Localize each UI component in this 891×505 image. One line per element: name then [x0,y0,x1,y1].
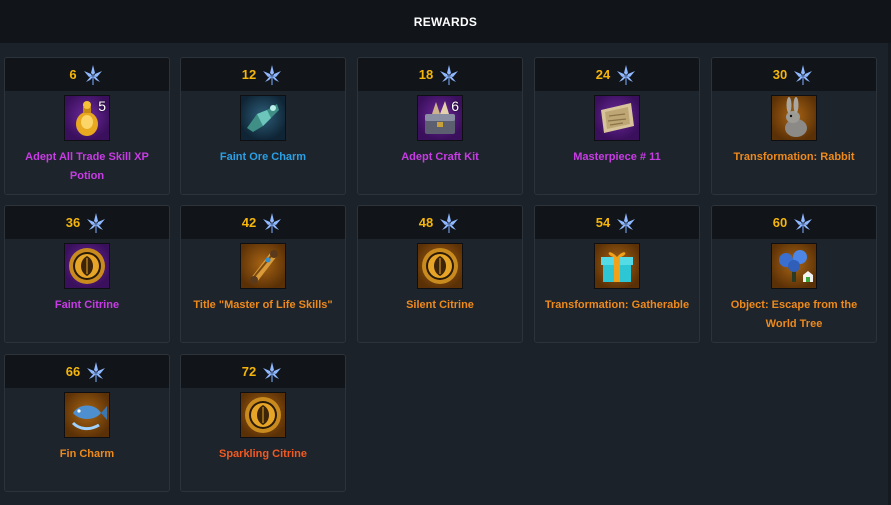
reward-card[interactable]: 30 Transformation: Rabbit [711,57,877,195]
reward-card[interactable]: 12 Faint Ore Charm [180,57,346,195]
reward-name: Silent Citrine [406,299,474,311]
reward-quantity: 5 [98,98,106,114]
reward-level: 60 [772,215,788,230]
reward-level: 12 [241,67,257,82]
reward-level-bar: 72 [181,355,345,388]
reward-level-bar: 30 [712,58,876,91]
gift-box-icon[interactable] [594,243,640,289]
reward-level: 54 [595,215,611,230]
citrine-gem-icon[interactable] [417,243,463,289]
reward-card[interactable]: 24 Masterpiece # 11 [534,57,700,195]
rewards-panel: 6 5 Adept All Trade Skill XP Potion 12 Faint… [0,43,888,505]
leaf-icon [84,211,108,235]
reward-card[interactable]: 42 Title "Master of Life Skills" [180,205,346,343]
reward-level-bar: 18 [358,58,522,91]
fish-charm-icon[interactable] [64,392,110,438]
ore-charm-icon[interactable] [240,95,286,141]
reward-level-bar: 48 [358,206,522,239]
reward-level-bar: 6 [5,58,169,91]
reward-name: Transformation: Rabbit [733,151,855,163]
citrine-gem-icon[interactable] [64,243,110,289]
reward-level: 36 [65,215,81,230]
reward-card[interactable]: 6 5 Adept All Trade Skill XP Potion [4,57,170,195]
reward-level-bar: 66 [5,355,169,388]
reward-name: Fin Charm [59,448,115,460]
reward-level: 48 [418,215,434,230]
reward-level: 18 [418,67,434,82]
reward-card[interactable]: 48 Silent Citrine [357,205,523,343]
leaf-icon [260,360,284,384]
reward-card[interactable]: 60 Object: Escape from the World Tree [711,205,877,343]
reward-name: Masterpiece # 11 [573,151,661,163]
reward-level: 42 [241,215,257,230]
potion-icon[interactable]: 5 [64,95,110,141]
leaf-icon [614,211,638,235]
scroll-icon[interactable] [240,243,286,289]
reward-card[interactable]: 72 Sparkling Citrine [180,354,346,492]
world-tree-icon[interactable] [771,243,817,289]
leaf-icon [614,63,638,87]
reward-level-bar: 42 [181,206,345,239]
reward-name: Faint Ore Charm [219,151,307,163]
leaf-icon [260,211,284,235]
reward-level-bar: 24 [535,58,699,91]
leaf-icon [81,63,105,87]
reward-card[interactable]: 54 Transformation: Gatherable [534,205,700,343]
reward-quantity: 6 [451,98,459,114]
rewards-header: REWARDS [0,0,891,43]
reward-level: 66 [65,364,81,379]
craft-kit-icon[interactable]: 6 [417,95,463,141]
reward-level: 72 [241,364,257,379]
reward-name: Sparkling Citrine [218,448,308,460]
leaf-icon [260,63,284,87]
reward-name: Faint Citrine [54,299,120,311]
reward-card[interactable]: 66 Fin Charm [4,354,170,492]
leaf-icon [437,63,461,87]
reward-name: Object: Escape from the World Tree [730,299,858,330]
reward-name: Title "Master of Life Skills" [193,299,333,311]
reward-card[interactable]: 18 6 Adept Craft Kit [357,57,523,195]
reward-level-bar: 54 [535,206,699,239]
leaf-icon [84,360,108,384]
reward-name: Adept Craft Kit [401,151,479,163]
reward-level: 6 [69,67,77,82]
reward-level: 30 [772,67,788,82]
rewards-title: REWARDS [413,14,478,29]
leaf-icon [437,211,461,235]
citrine-gem-icon[interactable] [240,392,286,438]
masterpiece-map-icon[interactable] [594,95,640,141]
reward-level-bar: 60 [712,206,876,239]
reward-level: 24 [595,67,611,82]
leaf-icon [791,211,815,235]
reward-name: Adept All Trade Skill XP Potion [25,151,149,182]
reward-level-bar: 36 [5,206,169,239]
rabbit-icon[interactable] [771,95,817,141]
reward-card[interactable]: 36 Faint Citrine [4,205,170,343]
leaf-icon [791,63,815,87]
reward-level-bar: 12 [181,58,345,91]
reward-name: Transformation: Gatherable [544,299,690,311]
